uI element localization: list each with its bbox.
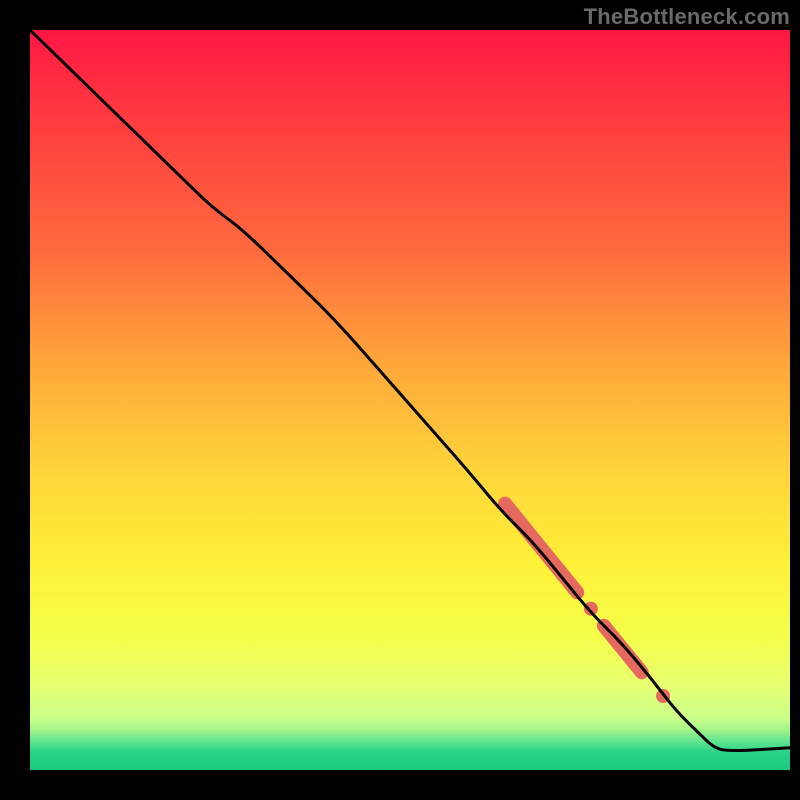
chart-svg bbox=[0, 0, 800, 800]
chart-frame: TheBottleneck.com bbox=[0, 0, 800, 800]
watermark-text: TheBottleneck.com bbox=[584, 4, 790, 30]
